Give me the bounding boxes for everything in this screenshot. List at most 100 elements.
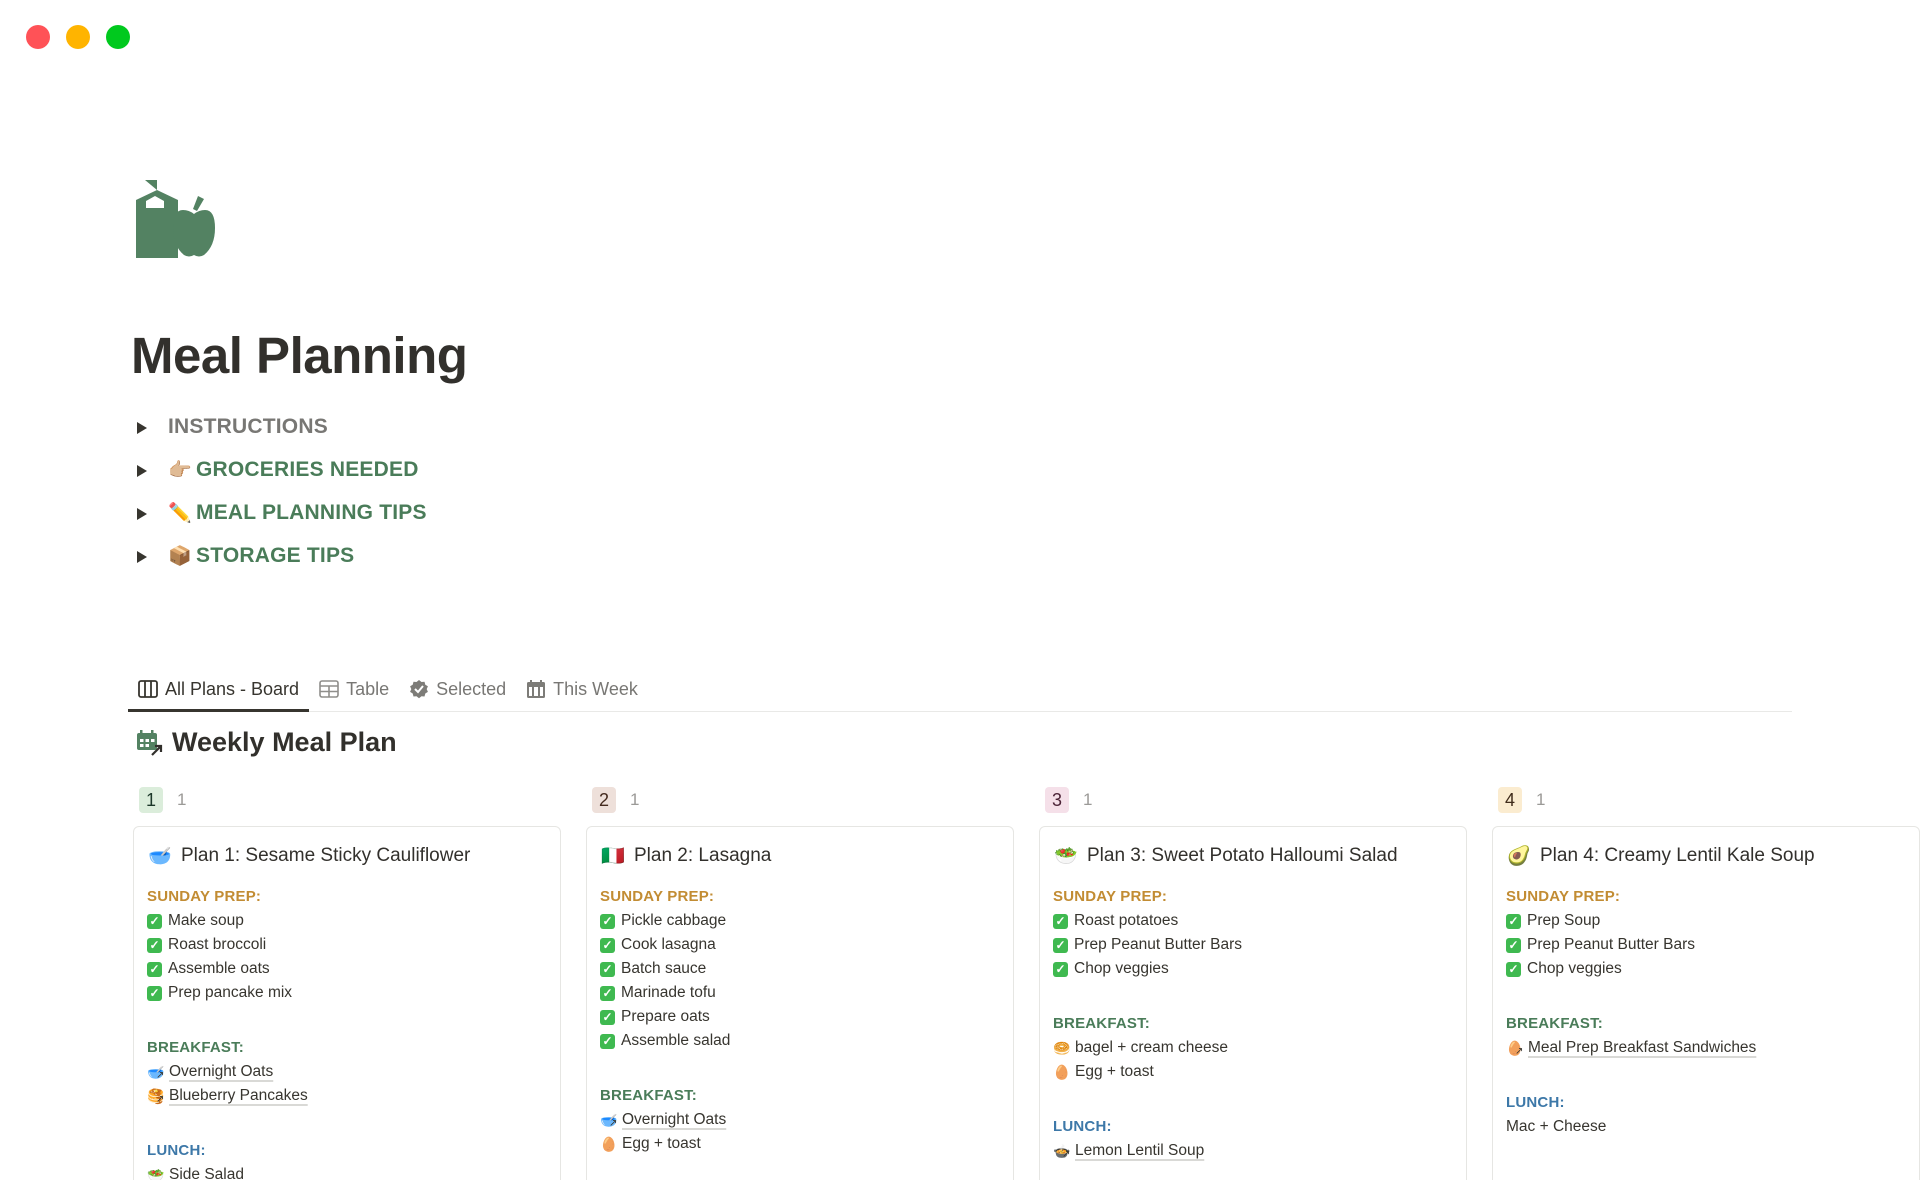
link-arrow-icon: ↗ [1515,1045,1524,1057]
tab-table[interactable]: Table [309,667,399,711]
tab-label: This Week [553,678,638,699]
prep-item: ✓ Assemble salad [600,1029,1000,1053]
breakfast-item-text: Egg + toast [622,1135,701,1152]
prep-item-text: Roast broccoli [168,936,267,953]
tab-all-plans-board[interactable]: All Plans - Board [128,667,310,712]
check-mark-icon: ✓ [1506,913,1521,929]
toggle-list: INSTRUCTIONS 👉🏼 GROCERIES NEEDED ✏️ MEAL… [136,405,427,577]
column-header[interactable]: 21 [586,784,1014,816]
food-emoji-icon: 🥞 ↗ [147,1087,165,1105]
toggle-groceries-needed[interactable]: 👉🏼 GROCERIES NEEDED [136,448,427,491]
column-header[interactable]: 11 [133,784,561,816]
sunday-prep-label: SUNDAY PREP: [1053,888,1168,905]
breakfast-label: BREAKFAST: [1053,1015,1151,1032]
plan-emoji-icon: 🥗 [1054,846,1078,867]
plan-card[interactable]: 🥣 Plan 1: Sesame Sticky Cauliflower SUNDAY… [133,826,561,1200]
lunch-item-text[interactable]: Lemon Lentil Soup [1075,1142,1204,1160]
prep-item: ✓ Assemble oats [147,957,547,981]
prep-item: ✓ Prep Peanut Butter Bars [1053,933,1453,957]
plan-card[interactable]: 🥑 Plan 4: Creamy Lentil Kale Soup SUNDAY P… [1492,826,1920,1200]
breakfast-item[interactable]: 🥣 ↗ Overnight Oats [147,1060,547,1084]
breakfast-item-text[interactable]: Overnight Oats [169,1063,273,1081]
view-tabs: All Plans - Board Table Selected This We… [128,667,1792,712]
database-title[interactable]: Weekly Meal Plan [136,727,397,758]
triangle-right-icon [136,507,148,520]
check-mark-icon: ✓ [600,937,615,953]
group-badge: 3 [1045,787,1070,813]
group-badge: 1 [139,787,164,813]
prep-item-text: Marinade tofu [621,984,716,1001]
plan-emoji-icon: 🥣 [148,846,172,867]
check-mark-icon: ✓ [600,913,615,929]
breakfast-item[interactable]: 🥣 ↗ Overnight Oats [600,1108,1000,1132]
board-column-2: 2 1 🇮🇹 Plan 2: Lasagna SUNDAY PREP: ✓ Pickle c… [586,784,1014,1200]
toggle-storage-tips[interactable]: 📦 STORAGE TIPS [136,534,427,577]
prep-item-text: Pickle cabbage [621,912,727,929]
prep-item: ✓ Marinade tofu [600,981,1000,1005]
card-title: 🥗 Plan 3: Sweet Potato Halloumi Salad [1053,841,1453,871]
food-emoji-icon: 🥣 ↗ [147,1063,165,1081]
prep-item: ✓ Chop veggies [1506,957,1906,981]
group-count: 1 [177,790,187,809]
check-mark-icon: ✓ [1506,937,1521,953]
link-arrow-icon: ↗ [1062,1148,1071,1160]
check-mark-icon: ✓ [1053,937,1068,953]
lunch-item: Mac + Cheese [1506,1115,1906,1139]
check-mark-icon: ✓ [147,985,162,1001]
prep-item: ✓ Roast potatoes [1053,909,1453,933]
grocery-bottle-apple-icon[interactable] [136,178,236,260]
breakfast-item[interactable]: 🥚 ↗ Meal Prep Breakfast Sandwiches [1506,1036,1906,1060]
prep-item: ✓ Roast broccoli [147,933,547,957]
card-title: 🥑 Plan 4: Creamy Lentil Kale Soup [1506,841,1906,871]
breakfast-item[interactable]: 🥞 ↗ Blueberry Pancakes [147,1084,547,1108]
breakfast-item-text[interactable]: Overnight Oats [622,1111,726,1129]
group-count: 1 [1536,790,1546,809]
prep-item-text: Roast potatoes [1074,912,1179,929]
toggle-instructions[interactable]: INSTRUCTIONS [136,405,427,448]
link-arrow-icon: ↗ [609,1117,618,1129]
prep-item: ✓ Prep Soup [1506,909,1906,933]
column-header[interactable]: 41 [1492,784,1920,816]
window-maximize-button[interactable] [106,25,130,49]
breakfast-item-text: Egg + toast [1075,1063,1154,1080]
plan-card[interactable]: 🇮🇹 Plan 2: Lasagna SUNDAY PREP: ✓ Pickle cab… [586,826,1014,1200]
lunch-item[interactable]: 🍲 ↗ Lemon Lentil Soup [1053,1139,1453,1163]
prep-item-text: Chop veggies [1527,960,1622,977]
lunch-label: LUNCH: [147,1142,206,1159]
link-arrow-icon: ↗ [156,1069,165,1081]
window-close-button[interactable] [26,25,50,49]
prep-item-text: Assemble oats [168,960,270,977]
breakfast-item: 🥚 Egg + toast [1053,1060,1453,1084]
plan-card[interactable]: 🥗 Plan 3: Sweet Potato Halloumi Salad SUND… [1039,826,1467,1200]
lunch-label: LUNCH: [1506,1094,1565,1111]
tab-label: All Plans - Board [165,678,300,699]
card-title-text: Plan 4: Creamy Lentil Kale Soup [1540,845,1815,866]
tab-selected[interactable]: Selected [399,667,516,711]
card-title: 🥣 Plan 1: Sesame Sticky Cauliflower [147,841,547,871]
window-minimize-button[interactable] [66,25,90,49]
prep-item-text: Prep Peanut Butter Bars [1527,936,1696,953]
card-title-text: Plan 3: Sweet Potato Halloumi Salad [1087,845,1398,866]
tab-this-week[interactable]: This Week [516,667,648,711]
breakfast-item-text[interactable]: Meal Prep Breakfast Sandwiches [1528,1039,1756,1057]
check-mark-icon: ✓ [147,913,162,929]
check-mark-icon: ✓ [147,937,162,953]
board-column-4: 4 1 🥑 Plan 4: Creamy Lentil Kale Soup SUNDAY… [1492,784,1920,1200]
toggle-meal-planning-tips[interactable]: ✏️ MEAL PLANNING TIPS [136,491,427,534]
prep-item: ✓ Prep pancake mix [147,981,547,1005]
toggle-label: MEAL PLANNING TIPS [196,500,427,524]
table-icon [319,679,339,699]
database-title-text: Weekly Meal Plan [172,727,397,757]
food-emoji-icon: 🥚 [600,1135,618,1152]
breakfast-item-text[interactable]: Blueberry Pancakes [169,1087,308,1105]
prep-item: ✓ Make soup [147,909,547,933]
group-count: 1 [630,790,640,809]
pencil-icon: ✏️ [168,502,192,524]
column-header[interactable]: 31 [1039,784,1467,816]
card-title: 🇮🇹 Plan 2: Lasagna [600,841,1000,871]
breakfast-label: BREAKFAST: [1506,1015,1604,1032]
toggle-label: INSTRUCTIONS [168,414,328,438]
food-emoji-icon: 🥚 ↗ [1506,1039,1524,1057]
food-emoji-icon: 🥯 [1053,1039,1071,1056]
prep-item: ✓ Pickle cabbage [600,909,1000,933]
